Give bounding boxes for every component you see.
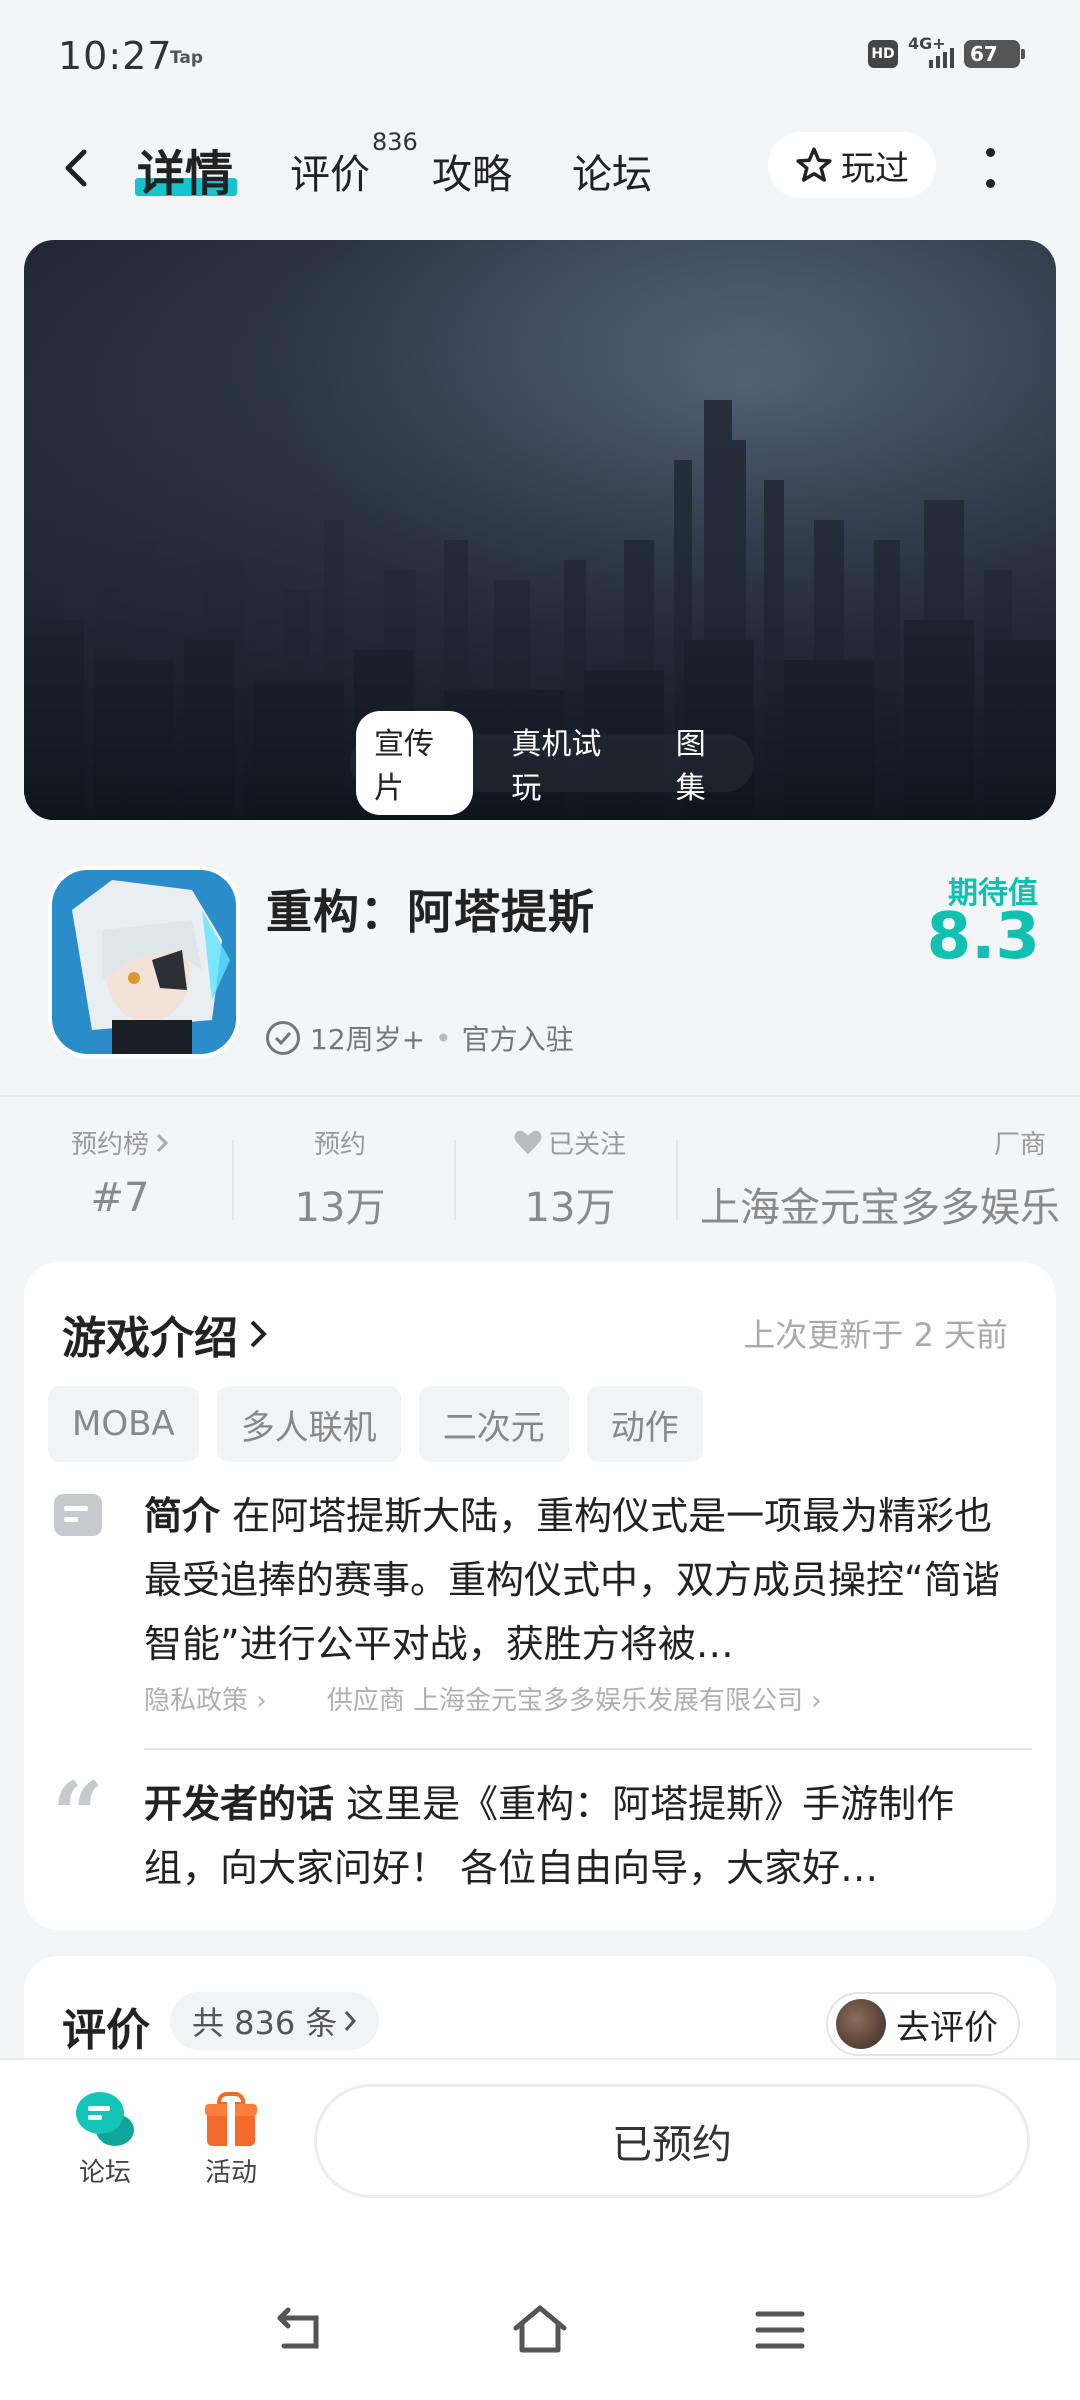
forum-button[interactable]: 论坛 xyxy=(50,2092,160,2189)
stat-value: 13万 xyxy=(524,1185,616,1231)
played-button[interactable]: 玩过 xyxy=(768,132,936,198)
stat-publisher[interactable]: 厂商 上海金元宝多多娱乐 xyxy=(700,1124,1080,1233)
reviews-title: 评价 xyxy=(62,2005,150,2056)
forum-label: 论坛 xyxy=(78,2158,131,2188)
tag[interactable]: 动作 xyxy=(586,1386,703,1462)
tag[interactable]: 二次元 xyxy=(418,1386,569,1462)
divider xyxy=(0,1095,1080,1097)
official-badge: 官方入驻 xyxy=(461,1023,574,1056)
description-text: 在阿塔提斯大陆，重构仪式是一项最为精彩也最受追捧的赛事。重构仪式中，双方成员操控… xyxy=(144,1494,1000,1666)
game-icon[interactable] xyxy=(48,866,240,1058)
stats-row: 预约榜 #7 预约 13万 已关注 13万 厂商 上海金元宝多多娱乐 xyxy=(0,1112,1080,1242)
status-icons: HD 4G+ 67 xyxy=(868,34,1025,70)
stat-label: 已关注 xyxy=(547,1130,626,1160)
privacy-policy-link[interactable]: 隐私政策 › xyxy=(144,1680,267,1717)
system-navigation xyxy=(0,2290,1080,2370)
tab-details[interactable]: 详情 xyxy=(137,134,233,204)
played-label: 玩过 xyxy=(841,148,909,189)
system-back-icon[interactable] xyxy=(270,2300,330,2360)
star-icon xyxy=(796,147,832,182)
stat-reservation-rank[interactable]: 预约榜 #7 xyxy=(50,1124,190,1221)
stat-separator xyxy=(232,1140,234,1220)
avatar xyxy=(836,1999,886,2049)
reviews-count: 共 836 条 xyxy=(192,2004,338,2042)
meta-row: 隐私政策 › 供应商 上海金元宝多多娱乐发展有限公司 › xyxy=(144,1680,822,1717)
divider xyxy=(144,1748,1032,1750)
check-circle-icon xyxy=(266,1021,300,1055)
reserved-button[interactable]: 已预约 xyxy=(314,2084,1030,2198)
stat-value: 上海金元宝多多娱乐 xyxy=(700,1185,1060,1231)
write-review-label: 去评价 xyxy=(896,2007,998,2048)
battery-icon: 67 xyxy=(964,40,1025,68)
last-updated: 上次更新于 2 天前 xyxy=(743,1316,1008,1354)
stat-separator xyxy=(676,1140,678,1220)
game-character-image xyxy=(52,870,236,1054)
developer-note-label: 开发者的话 xyxy=(144,1782,335,1826)
tab-reviews[interactable]: 评价 xyxy=(290,142,370,200)
privacy-label: 隐私政策 xyxy=(144,1686,249,1716)
chevron-right-icon xyxy=(345,2011,357,2031)
banner-tab-switcher: 宣传片 真机试玩 图集 xyxy=(350,711,754,815)
age-rating-row: 12周岁+ • 官方入驻 xyxy=(266,1018,574,1058)
chevron-right-icon xyxy=(250,1320,267,1348)
activity-label: 活动 xyxy=(204,2158,257,2188)
stat-label: 预约 xyxy=(313,1130,366,1160)
tag-list: MOBA 多人联机 二次元 动作 xyxy=(48,1386,703,1462)
system-menu-icon[interactable] xyxy=(750,2300,810,2360)
tag[interactable]: 多人联机 xyxy=(216,1386,401,1462)
stat-value: #7 xyxy=(90,1175,150,1221)
banner-tab-gallery[interactable]: 图集 xyxy=(658,711,748,815)
forum-icon xyxy=(76,2092,134,2146)
reviews-count-button[interactable]: 共 836 条 xyxy=(170,1992,380,2050)
stat-label: 预约榜 xyxy=(70,1130,149,1160)
tab-guides[interactable]: 攻略 xyxy=(432,142,512,200)
banner-tab-gameplay[interactable]: 真机试玩 xyxy=(493,711,637,815)
game-title: 重构：阿塔提斯 xyxy=(266,885,595,939)
intro-title[interactable]: 游戏介绍 xyxy=(62,1302,268,1366)
write-review-button[interactable]: 去评价 xyxy=(826,1992,1020,2056)
back-arrow-icon[interactable] xyxy=(58,148,98,188)
more-options-icon[interactable] xyxy=(984,148,996,188)
supplier-link[interactable]: 供应商 上海金元宝多多娱乐发展有限公司 › xyxy=(327,1680,822,1717)
carrier-tag: Tap xyxy=(170,48,204,68)
supplier-label: 供应商 上海金元宝多多娱乐发展有限公司 xyxy=(326,1686,803,1716)
tag[interactable]: MOBA xyxy=(48,1386,199,1462)
rating-value: 8.3 xyxy=(926,900,1040,974)
stat-value: 13万 xyxy=(294,1185,386,1231)
dot-separator: • xyxy=(435,1021,452,1055)
intro-title-text: 游戏介绍 xyxy=(62,1313,238,1364)
game-intro-card: 游戏介绍 上次更新于 2 天前 MOBA 多人联机 二次元 动作 简介 在阿塔提… xyxy=(24,1262,1056,1930)
stat-separator xyxy=(454,1140,456,1220)
stat-label: 厂商 xyxy=(993,1130,1046,1160)
heart-icon xyxy=(514,1130,542,1156)
top-nav: 详情 评价 836 攻略 论坛 玩过 xyxy=(0,118,1080,218)
stat-followers[interactable]: 已关注 13万 xyxy=(480,1124,660,1233)
developer-note[interactable]: 开发者的话 这里是《重构：阿塔提斯》手游制作组，向大家问好！ 各位自由向导，大家… xyxy=(144,1772,1024,1900)
system-home-icon[interactable] xyxy=(510,2300,570,2360)
banner-tab-trailer[interactable]: 宣传片 xyxy=(356,711,474,815)
stat-reservations: 预约 13万 xyxy=(270,1124,410,1233)
description-label: 简介 xyxy=(144,1494,221,1538)
tab-forum[interactable]: 论坛 xyxy=(572,142,652,200)
chevron-right-icon xyxy=(156,1133,169,1152)
tab-reviews-count: 836 xyxy=(372,128,418,156)
media-banner[interactable]: 宣传片 真机试玩 图集 xyxy=(24,240,1056,820)
status-bar: 10:27 Tap HD 4G+ 67 xyxy=(0,0,1080,118)
gift-icon xyxy=(205,2092,257,2146)
description[interactable]: 简介 在阿塔提斯大陆，重构仪式是一项最为精彩也最受追捧的赛事。重构仪式中，双方成… xyxy=(144,1484,1024,1676)
age-rating: 12周岁+ xyxy=(310,1023,426,1056)
hd-icon: HD xyxy=(868,40,898,68)
activity-button[interactable]: 活动 xyxy=(176,2092,286,2189)
description-icon xyxy=(54,1494,102,1536)
signal-icon: 4G+ xyxy=(908,34,954,70)
status-time: 10:27 xyxy=(58,34,173,78)
quote-icon: “ xyxy=(52,1762,104,1868)
